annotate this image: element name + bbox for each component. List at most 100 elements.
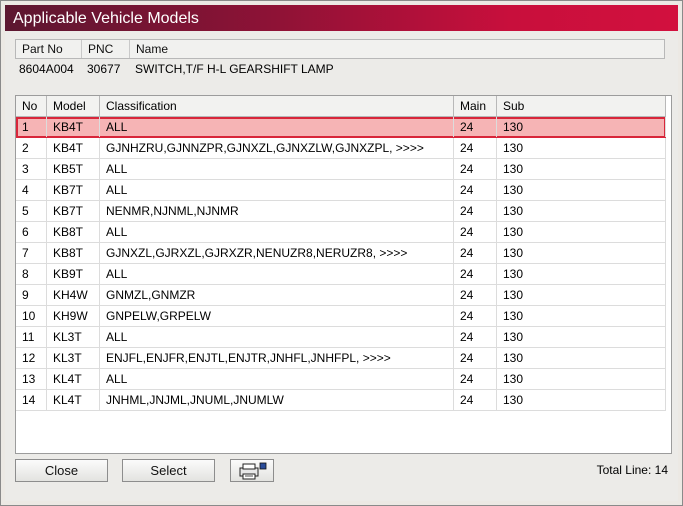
cell-sub: 130 (497, 222, 666, 242)
cell-main: 24 (454, 138, 497, 158)
cell-no: 5 (16, 201, 47, 221)
cell-no: 9 (16, 285, 47, 305)
total-line-count: Total Line: 14 (596, 463, 668, 477)
cell-main: 24 (454, 390, 497, 410)
cell-main: 24 (454, 201, 497, 221)
cell-model: KL4T (47, 390, 100, 410)
part-no-value: 8604A004 (19, 62, 74, 76)
header-name: Name (136, 42, 169, 56)
vehicle-models-table[interactable]: No Model Classification Main Sub 1 KB4T AL… (15, 95, 672, 454)
cell-classification: GJNHZRU,GJNNZPR,GJNXZL,GJNXZLW,GJNXZPL, … (100, 138, 454, 158)
cell-classification: ALL (100, 222, 454, 242)
cell-sub: 130 (497, 201, 666, 221)
cell-classification: ENJFL,ENJFR,ENJTL,ENJTR,JNHFL,JNHFPL, >>… (100, 348, 454, 368)
table-row[interactable]: 11 KL3T ALL 24 130 (16, 327, 666, 348)
cell-main: 24 (454, 180, 497, 200)
table-row[interactable]: 3 KB5T ALL 24 130 (16, 159, 666, 180)
window-title: Applicable Vehicle Models (13, 10, 199, 27)
table-row[interactable]: 7 KB8T GJNXZL,GJRXZL,GJRXZR,NENUZR8,NERUZR… (16, 243, 666, 264)
header-part-no: Part No (16, 40, 82, 58)
cell-model: KB5T (47, 159, 100, 179)
cell-classification: GNMZL,GNMZR (100, 285, 454, 305)
column-header-main[interactable]: Main (454, 96, 497, 116)
printer-icon (239, 462, 267, 480)
cell-no: 14 (16, 390, 47, 410)
cell-sub: 130 (497, 348, 666, 368)
title-bar: Applicable Vehicle Models (5, 5, 678, 31)
cell-classification: ALL (100, 369, 454, 389)
cell-main: 24 (454, 285, 497, 305)
cell-sub: 130 (497, 285, 666, 305)
cell-sub: 130 (497, 390, 666, 410)
cell-no: 13 (16, 369, 47, 389)
cell-main: 24 (454, 117, 497, 137)
table-row[interactable]: 13 KL4T ALL 24 130 (16, 369, 666, 390)
cell-classification: ALL (100, 117, 454, 137)
select-button[interactable]: Select (122, 459, 215, 482)
part-info-header: Part No PNC Name (15, 39, 665, 59)
cell-model: KH4W (47, 285, 100, 305)
cell-model: KL4T (47, 369, 100, 389)
cell-sub: 130 (497, 117, 666, 137)
cell-model: KH9W (47, 306, 100, 326)
column-header-sub[interactable]: Sub (497, 96, 666, 116)
table-row[interactable]: 12 KL3T ENJFL,ENJFR,ENJTL,ENJTR,JNHFL,JNHF… (16, 348, 666, 369)
cell-classification: GJNXZL,GJRXZL,GJRXZR,NENUZR8,NERUZR8, >>… (100, 243, 454, 263)
cell-model: KL3T (47, 348, 100, 368)
cell-classification: NENMR,NJNML,NJNMR (100, 201, 454, 221)
cell-no: 7 (16, 243, 47, 263)
cell-model: KB4T (47, 117, 100, 137)
cell-main: 24 (454, 264, 497, 284)
cell-model: KB8T (47, 222, 100, 242)
cell-no: 12 (16, 348, 47, 368)
table-row[interactable]: 8 KB9T ALL 24 130 (16, 264, 666, 285)
cell-main: 24 (454, 348, 497, 368)
cell-no: 11 (16, 327, 47, 347)
table-header: No Model Classification Main Sub (16, 96, 666, 117)
table-row[interactable]: 10 KH9W GNPELW,GRPELW 24 130 (16, 306, 666, 327)
cell-classification: ALL (100, 159, 454, 179)
table-row[interactable]: 4 KB7T ALL 24 130 (16, 180, 666, 201)
cell-classification: GNPELW,GRPELW (100, 306, 454, 326)
cell-no: 2 (16, 138, 47, 158)
close-button[interactable]: Close (15, 459, 108, 482)
cell-model: KB9T (47, 264, 100, 284)
table-row[interactable]: 6 KB8T ALL 24 130 (16, 222, 666, 243)
column-header-model[interactable]: Model (47, 96, 100, 116)
cell-sub: 130 (497, 243, 666, 263)
cell-no: 4 (16, 180, 47, 200)
table-row[interactable]: 2 KB4T GJNHZRU,GJNNZPR,GJNXZL,GJNXZLW,GJNX… (16, 138, 666, 159)
cell-model: KB8T (47, 243, 100, 263)
cell-classification: ALL (100, 327, 454, 347)
table-row[interactable]: 9 KH4W GNMZL,GNMZR 24 130 (16, 285, 666, 306)
cell-sub: 130 (497, 306, 666, 326)
column-header-classification[interactable]: Classification (100, 96, 454, 116)
cell-classification: ALL (100, 180, 454, 200)
cell-main: 24 (454, 222, 497, 242)
cell-model: KL3T (47, 327, 100, 347)
cell-main: 24 (454, 369, 497, 389)
cell-main: 24 (454, 327, 497, 347)
pnc-value: 30677 (87, 62, 121, 76)
cell-no: 10 (16, 306, 47, 326)
cell-sub: 130 (497, 327, 666, 347)
table-row[interactable]: 1 KB4T ALL 24 130 (16, 117, 666, 138)
dialog-window: Applicable Vehicle Models Part No PNC Na… (0, 0, 683, 506)
cell-no: 1 (16, 117, 47, 137)
part-name-value: SWITCH,T/F H-L GEARSHIFT LAMP (135, 62, 334, 76)
cell-model: KB7T (47, 180, 100, 200)
cell-sub: 130 (497, 138, 666, 158)
cell-sub: 130 (497, 369, 666, 389)
table-row[interactable]: 14 KL4T JNHML,JNJML,JNUML,JNUMLW 24 130 (16, 390, 666, 411)
cell-model: KB4T (47, 138, 100, 158)
table-row[interactable]: 5 KB7T NENMR,NJNML,NJNMR 24 130 (16, 201, 666, 222)
header-pnc: PNC (82, 40, 130, 58)
cell-model: KB7T (47, 201, 100, 221)
cell-classification: ALL (100, 264, 454, 284)
column-header-no[interactable]: No (16, 96, 47, 116)
cell-main: 24 (454, 306, 497, 326)
cell-no: 6 (16, 222, 47, 242)
cell-sub: 130 (497, 159, 666, 179)
print-button[interactable] (230, 459, 274, 482)
cell-no: 8 (16, 264, 47, 284)
